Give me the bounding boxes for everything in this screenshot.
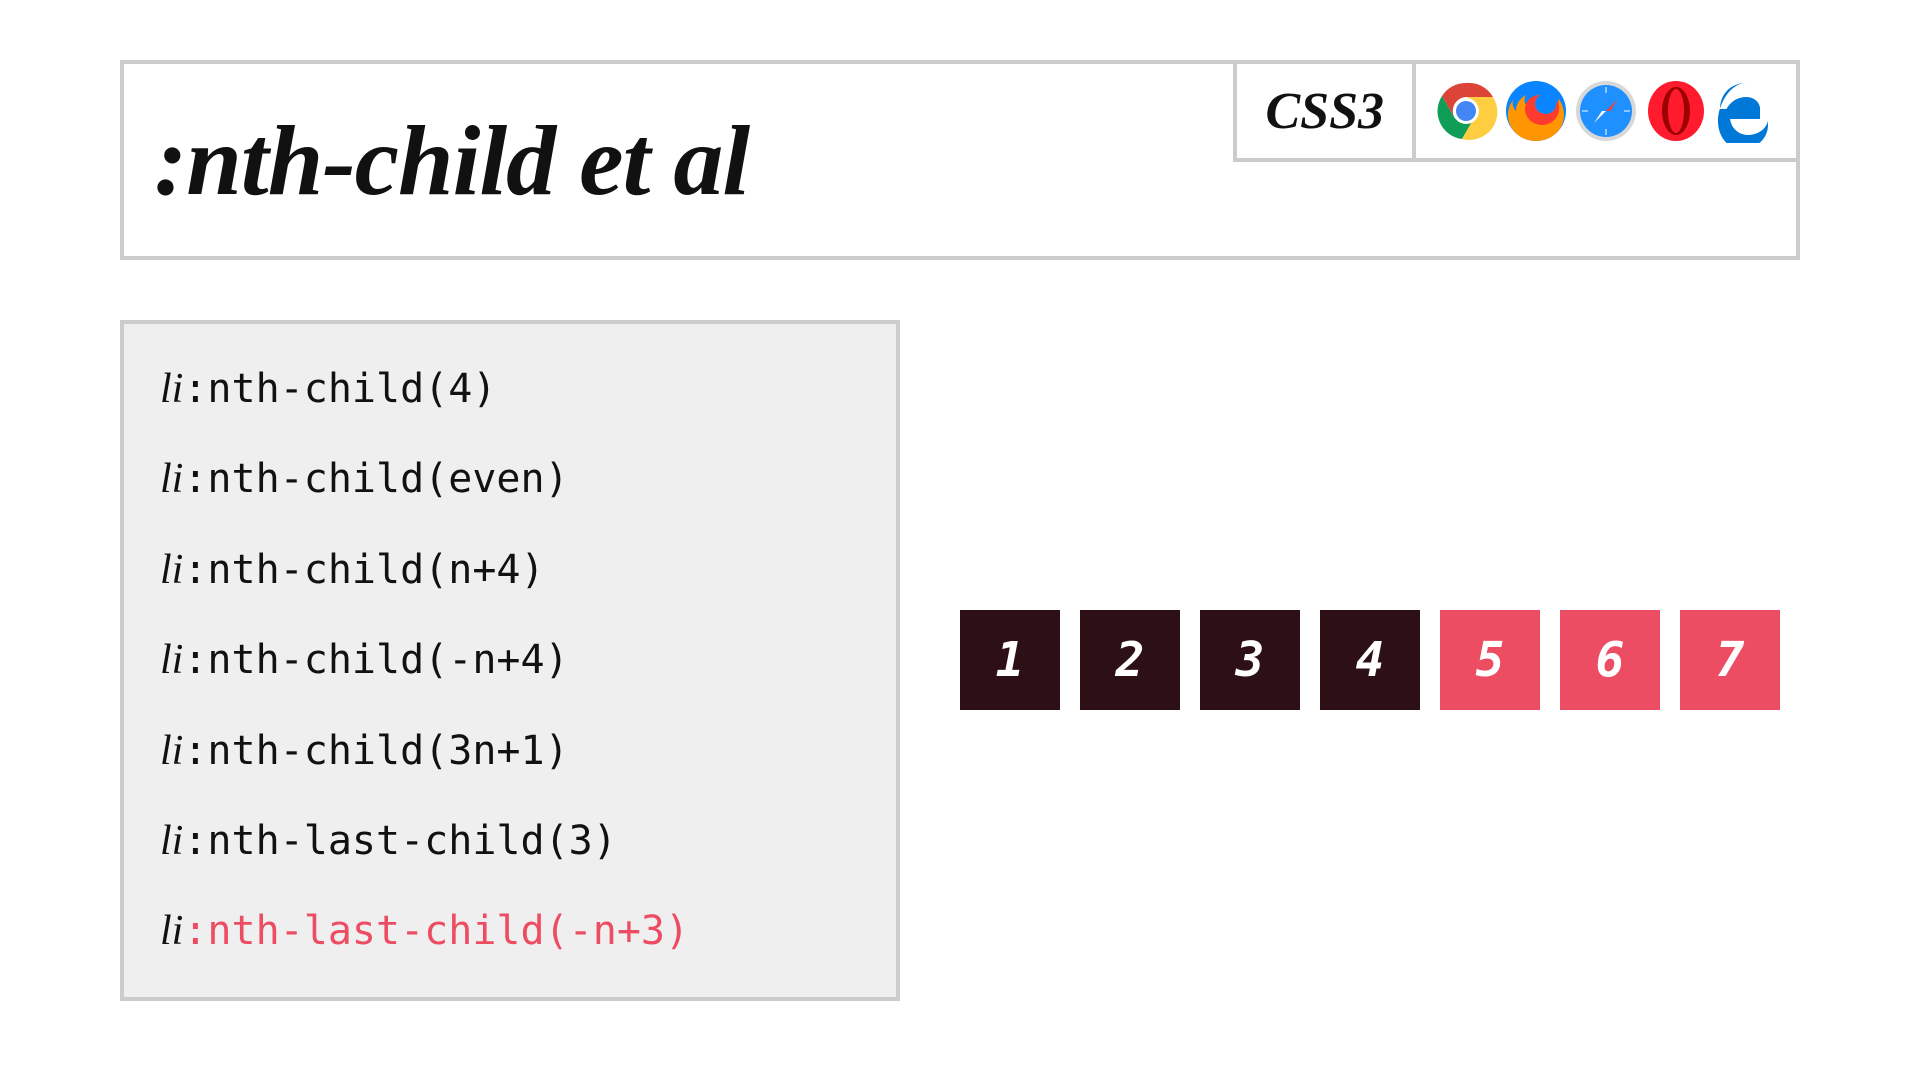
code-tag: li [160, 908, 183, 954]
slide: :nth-child et al CSS3 [0, 0, 1920, 1080]
code-selector: :nth-child(-n+4) [183, 637, 568, 683]
demo-box-label: 4 [1356, 632, 1385, 688]
demo-box-label: 7 [1716, 632, 1745, 688]
browser-support [1412, 64, 1796, 162]
code-selector: :nth-child(even) [183, 456, 568, 502]
demo-box-list: 1 2 3 4 5 6 7 [960, 610, 1780, 710]
demo-box: 4 [1320, 610, 1420, 710]
code-line: li:nth-child(even) [160, 454, 860, 504]
code-line-active: li:nth-last-child(-n+3) [160, 906, 860, 956]
edge-icon [1714, 79, 1778, 143]
code-selector: :nth-child(n+4) [183, 547, 544, 593]
code-tag: li [160, 366, 183, 412]
demo-box: 6 [1560, 610, 1660, 710]
code-tag: li [160, 547, 183, 593]
demo-box-label: 6 [1596, 632, 1625, 688]
code-selector: :nth-child(3n+1) [183, 728, 568, 774]
demo-box: 1 [960, 610, 1060, 710]
firefox-icon [1504, 79, 1568, 143]
code-selector: :nth-child(4) [183, 366, 496, 412]
demo-box: 3 [1200, 610, 1300, 710]
code-tag: li [160, 637, 183, 683]
spec-badge: CSS3 [1233, 64, 1412, 162]
chrome-icon [1434, 79, 1498, 143]
code-line: li:nth-child(-n+4) [160, 635, 860, 685]
slide-body: li:nth-child(4) li:nth-child(even) li:nt… [120, 320, 1800, 1001]
spec-badge-label: CSS3 [1265, 82, 1384, 141]
opera-icon [1644, 79, 1708, 143]
code-line: li:nth-child(3n+1) [160, 726, 860, 776]
code-line: li:nth-child(4) [160, 364, 860, 414]
code-line: li:nth-last-child(3) [160, 816, 860, 866]
code-tag: li [160, 456, 183, 502]
code-tag: li [160, 818, 183, 864]
demo-box-label: 2 [1116, 632, 1145, 688]
title-cell: :nth-child et al [124, 64, 1233, 256]
slide-title: :nth-child et al [154, 103, 749, 218]
code-line: li:nth-child(n+4) [160, 545, 860, 595]
demo-box: 2 [1080, 610, 1180, 710]
code-tag: li [160, 728, 183, 774]
code-selector: :nth-last-child(-n+3) [183, 908, 689, 954]
header-bar: :nth-child et al CSS3 [120, 60, 1800, 260]
code-selector: :nth-last-child(3) [183, 818, 616, 864]
demo-box: 7 [1680, 610, 1780, 710]
demo-box-label: 5 [1476, 632, 1505, 688]
code-listing: li:nth-child(4) li:nth-child(even) li:nt… [120, 320, 900, 1001]
safari-icon [1574, 79, 1638, 143]
demo-box-label: 3 [1236, 632, 1265, 688]
demo-box-label: 1 [996, 632, 1025, 688]
demo-panel: 1 2 3 4 5 6 7 [960, 320, 1800, 1001]
demo-box: 5 [1440, 610, 1540, 710]
